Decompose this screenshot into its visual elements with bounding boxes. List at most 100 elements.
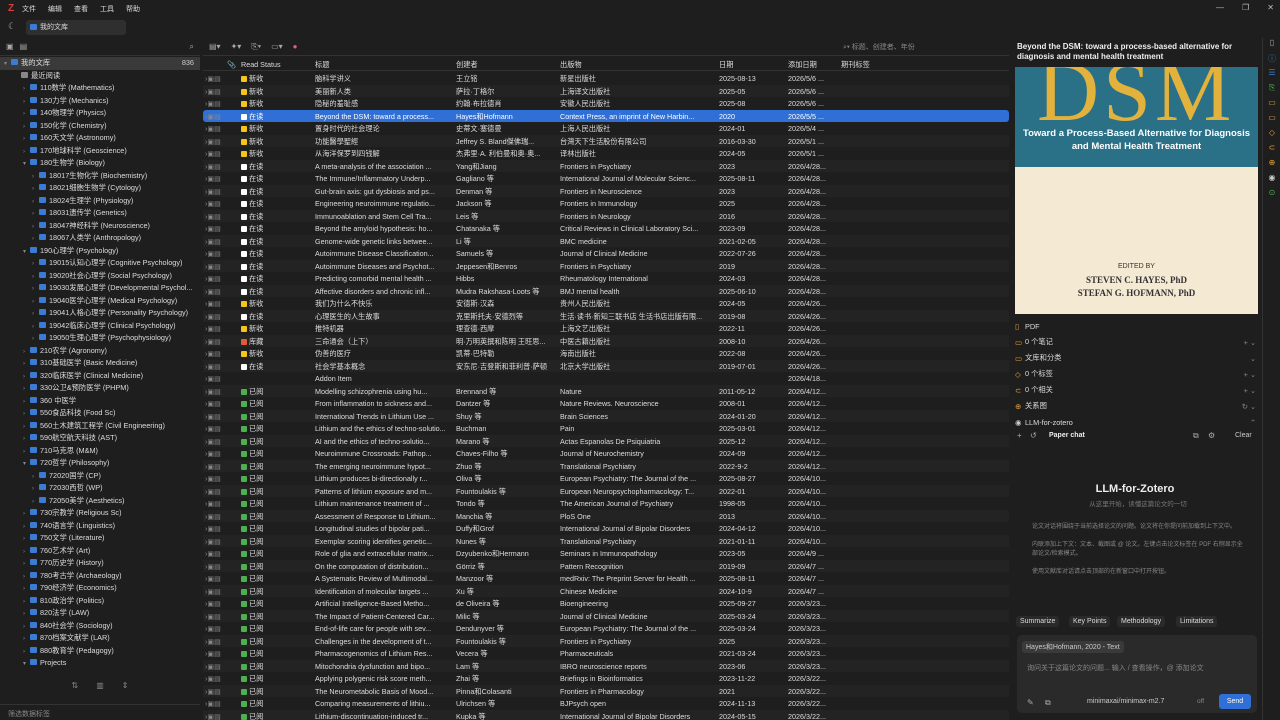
info-icon[interactable]: ⓘ	[1263, 53, 1280, 68]
col-publication[interactable]: 出版物	[560, 60, 582, 70]
read-status[interactable]: 4. 已阅	[241, 487, 311, 497]
tree-item[interactable]: › 730宗教学 (Religious Sc)	[0, 507, 200, 520]
tags-sidebar-icon[interactable]: ◇	[1263, 128, 1280, 143]
read-status[interactable]: 1. 新收	[241, 149, 311, 159]
table-row[interactable]: ›▣▤ 4. 已阅 The emerging neuroimmune hypot..…	[203, 459, 1009, 472]
read-status[interactable]: 4. 已阅	[241, 662, 311, 672]
read-status[interactable]: 2. 在读	[241, 162, 311, 172]
table-row[interactable]: ›▣▤ 2. 在读 社会学基本概念 安东尼·吉登斯和菲利普·萨顿 北京大学出版社 2019…	[203, 359, 1009, 372]
table-row[interactable]: ›▣▤ 4. 已阅 Identification of molecular targ…	[203, 584, 1009, 597]
locate-icon[interactable]: ●	[293, 42, 298, 51]
table-row[interactable]: ›▣▤ 2. 在读 Autoimmune Diseases and Psychot.…	[203, 259, 1009, 272]
table-row[interactable]: ›▣▤ 2. 在读 A meta-analysis of the associati…	[203, 159, 1009, 172]
table-row[interactable]: ›▣▤ 2. 在读 Autoimmune Disease Classificatio…	[203, 247, 1009, 260]
table-row[interactable]: ›▣▤ 4. 已阅 End-of-life care for people with…	[203, 622, 1009, 635]
table-row[interactable]: ›▣▤ 4. 已阅 Assessment of Response to Lithiu…	[203, 509, 1009, 522]
tree-item[interactable]: › 740语言学 (Linguistics)	[0, 520, 200, 533]
col-read-status[interactable]: Read Status	[241, 60, 281, 69]
read-status[interactable]: 4. 已阅	[241, 449, 311, 459]
read-status[interactable]: 1. 新收	[241, 74, 311, 84]
table-row[interactable]: ›▣▤ 2. 在读 The Immune/Inflammatory Underp..…	[203, 172, 1009, 185]
table-row[interactable]: ›▣▤ 2. 在读 Beyond the DSM: toward a process…	[203, 109, 1009, 122]
table-row[interactable]: ›▣▤ 4. 已阅 Artificial Intelligence-Based Me…	[203, 597, 1009, 610]
tree-item[interactable]: › 310基础医学 (Basic Medicine)	[0, 357, 200, 370]
table-row[interactable]: ›▣▤ 4. 已阅 The Neurometabolic Basis of Mood…	[203, 684, 1009, 697]
library-root[interactable]: ▾ 我的文库 836	[0, 57, 200, 70]
close-icon[interactable]: ✕	[1267, 3, 1274, 12]
tree-item[interactable]: › 19040医学心理学 (Medical Psychology)	[0, 295, 200, 308]
tree-item[interactable]: › 880教育学 (Pedagogy)	[0, 645, 200, 658]
tree-item[interactable]: › 820法学 (LAW)	[0, 607, 200, 620]
history-icon[interactable]: ↺	[1030, 431, 1037, 440]
tree-item[interactable]: › 160天文学 (Astronomy)	[0, 132, 200, 145]
read-status[interactable]: 4. 已阅	[241, 462, 311, 472]
table-row[interactable]: ›▣▤ 1. 新收 置身时代的社会理论 史蒂文·塞德曼 上海人民出版社 2024-01 20…	[203, 122, 1009, 135]
col-creator[interactable]: 创建者	[456, 60, 478, 70]
table-row[interactable]: ›▣▤ Addon Item 2026/4/18...	[203, 372, 1009, 385]
table-row[interactable]: ›▣▤ 1. 新收 隐秘的羞耻感 约翰·布拉德肖 安徽人民出版社 2025-08 2026/…	[203, 97, 1009, 110]
read-status[interactable]: 2. 在读	[241, 312, 311, 322]
tags-section[interactable]: ◇ 0 个标签 + ⌄	[1015, 367, 1258, 381]
tree-item[interactable]: › 130力学 (Mechanics)	[0, 95, 200, 108]
table-row[interactable]: ›▣▤ 4. 已阅 Pharmacogenomics of Lithium Res.…	[203, 647, 1009, 660]
clear-button[interactable]: Clear	[1235, 432, 1252, 439]
note-icon[interactable]: ▭▾	[271, 42, 283, 51]
read-status[interactable]: 4. 已阅	[241, 562, 311, 572]
summarize-chip[interactable]: Summarize	[1016, 616, 1060, 627]
add-icon[interactable]: +	[1017, 431, 1022, 440]
table-row[interactable]: ›▣▤ 2. 在读 Genome-wide genetic links betwee…	[203, 234, 1009, 247]
search-field[interactable]: ⌕▾ 标题、创建者、年份	[843, 42, 915, 52]
read-status[interactable]: 1. 新收	[241, 87, 311, 97]
table-row[interactable]: ›▣▤ 2. 在读 Engineering neuroimmune regulati…	[203, 197, 1009, 210]
tree-item[interactable]: › 19050生理心理学 (Psychophysiology)	[0, 332, 200, 345]
read-status[interactable]: 4. 已阅	[241, 674, 311, 684]
settings-icon[interactable]: ⚙	[1208, 431, 1215, 440]
tree-item[interactable]: › 750文学 (Literature)	[0, 532, 200, 545]
read-status[interactable]: 4. 已阅	[241, 612, 311, 622]
tree-item[interactable]: › 710马克思 (M&M)	[0, 445, 200, 458]
read-status[interactable]: 4. 已阅	[241, 387, 311, 397]
collections-section[interactable]: ▭ 文库和分类 ⌄	[1015, 351, 1258, 365]
graph-sidebar-icon[interactable]: ⊕	[1263, 158, 1280, 173]
tree-item[interactable]: › 18024生理学 (Physiology)	[0, 195, 200, 208]
table-row[interactable]: ›▣▤ 4. 已阅 Lithium maintenance treatment of…	[203, 497, 1009, 510]
tab-library[interactable]: 我的文库	[26, 19, 126, 35]
read-status[interactable]: 4. 已阅	[241, 437, 311, 447]
model-select[interactable]: minimaxai/minimax-m2.7	[1087, 698, 1164, 705]
table-row[interactable]: ›▣▤ 4. 已阅 Lithium and the ethics of techno…	[203, 422, 1009, 435]
tree-item[interactable]: › 790经济学 (Economics)	[0, 582, 200, 595]
read-status[interactable]: 4. 已阅	[241, 537, 311, 547]
attachments-icon[interactable]: ⎘	[1263, 83, 1280, 98]
tree-item[interactable]: ▾ 720哲学 (Philosophy)	[0, 457, 200, 470]
tree-item[interactable]: › 320临床医学 (Clinical Medicine)	[0, 370, 200, 383]
read-status[interactable]: 4. 已阅	[241, 699, 311, 709]
table-row[interactable]: ›▣▤ 4. 已阅 A Systematic Review of Multimoda…	[203, 572, 1009, 585]
read-status[interactable]: 2. 在读	[241, 287, 311, 297]
methodology-chip[interactable]: Methodology	[1117, 616, 1166, 627]
tree-item[interactable]: › 18031遗传学 (Genetics)	[0, 207, 200, 220]
menu-view[interactable]: 查看	[74, 4, 88, 14]
sync-icon[interactable]: ⇅	[72, 681, 79, 690]
read-status[interactable]: 4. 已阅	[241, 499, 311, 509]
abstract-icon[interactable]: ☰	[1263, 68, 1280, 83]
maximize-icon[interactable]: ❐	[1242, 3, 1249, 12]
read-status[interactable]: 2. 在读	[241, 224, 311, 234]
table-row[interactable]: ›▣▤ 4. 已阅 On the computation of distributi…	[203, 559, 1009, 572]
context-chip[interactable]: Hayes和Hofmann, 2020 - Text	[1022, 641, 1124, 653]
tree-item[interactable]: › 72030西哲 (WP)	[0, 482, 200, 495]
tree-item[interactable]: › 770历史学 (History)	[0, 557, 200, 570]
table-row[interactable]: ›▣▤ 4. 已阅 Applying polygenic risk score me…	[203, 672, 1009, 685]
tree-item[interactable]: › 18017生物化学 (Biochemistry)	[0, 170, 200, 183]
read-status[interactable]: 4. 已阅	[241, 512, 311, 522]
screenshot-icon[interactable]: ⧉	[1045, 698, 1051, 708]
relations-section[interactable]: ⊕ 关系图 ↻ ⌄	[1015, 399, 1258, 413]
tree-item[interactable]: 最近阅读	[0, 70, 200, 83]
tree-item[interactable]: › 560土木建筑工程学 (Civil Engineering)	[0, 420, 200, 433]
table-row[interactable]: ›▣▤ 4. 已阅 Longitudinal studies of bipolar …	[203, 522, 1009, 535]
read-status[interactable]: 2. 在读	[241, 174, 311, 184]
table-row[interactable]: ›▣▤ 4. 已阅 From inflammation to sickness an…	[203, 397, 1009, 410]
expand-icon[interactable]: ⇕	[122, 681, 129, 690]
read-status[interactable]: 4. 已阅	[241, 399, 311, 409]
notes-section[interactable]: ▭ 0 个笔记 + ⌄	[1015, 335, 1258, 349]
popout-icon[interactable]: ⧉	[1193, 431, 1199, 441]
